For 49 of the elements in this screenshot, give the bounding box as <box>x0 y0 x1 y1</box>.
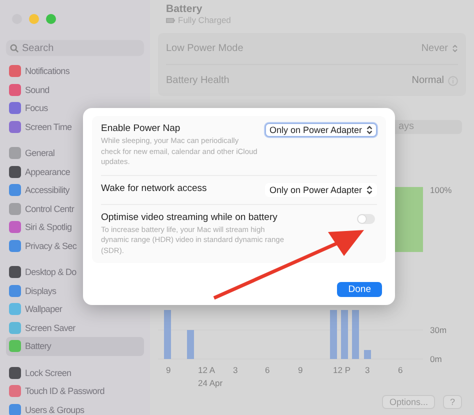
axis-label: 6 <box>265 365 270 375</box>
chevron-icon <box>452 44 458 53</box>
sidebar-item[interactable]: Sound <box>6 80 144 99</box>
option-label: Wake for network access <box>101 182 208 194</box>
usage-bar <box>352 310 359 359</box>
axis-label: 12 P <box>333 365 350 375</box>
battery-icon <box>166 18 175 22</box>
axis-label: 12 A <box>198 365 216 375</box>
usage-bar <box>341 310 348 359</box>
footer-button[interactable]: Options... <box>382 395 435 409</box>
date-label: 24 Apr <box>198 378 223 388</box>
window-zoom-button[interactable] <box>46 14 56 24</box>
sidebar-item[interactable]: Screen Saver <box>6 318 144 337</box>
usage-bar <box>187 330 194 359</box>
sidebar-item[interactable]: Notifications <box>6 62 144 80</box>
sidebar-item[interactable]: Desktop & Do <box>6 263 144 282</box>
popup-button[interactable]: Only on Power Adapter <box>265 182 377 196</box>
footer-button[interactable]: ? <box>442 395 462 409</box>
done-button[interactable]: Done <box>337 282 382 297</box>
axis-label: 3 <box>365 365 370 375</box>
search-icon <box>10 44 19 53</box>
popup-button[interactable]: Only on Power Adapter <box>265 123 377 137</box>
sidebar-item[interactable]: Lock Screen <box>6 364 144 382</box>
toggle-switch[interactable] <box>357 214 375 224</box>
sidebar-item[interactable]: Displays <box>6 282 144 300</box>
axis-label: 3 <box>233 365 238 375</box>
setting-value: Normal <box>412 75 444 86</box>
usage-bar <box>330 310 337 359</box>
axis-label: 9 <box>166 365 171 375</box>
window-minimize-button[interactable] <box>29 14 39 24</box>
sidebar-item[interactable]: Touch ID & Password <box>6 382 144 400</box>
sidebar-item[interactable]: Battery <box>6 337 144 356</box>
search-field[interactable]: Search <box>6 40 144 56</box>
sidebar-item[interactable]: Users & Groups <box>6 400 144 415</box>
axis-label: 30m <box>430 325 447 335</box>
axis-label: 0m <box>430 354 442 364</box>
option-label: Optimise video streaming while on battery <box>101 212 278 222</box>
usage-bar <box>364 350 371 359</box>
chevron-icon <box>366 184 373 194</box>
battery-level-drawing <box>395 187 423 252</box>
usage-bar <box>164 310 171 359</box>
option-label: Enable Power Nap <box>101 123 182 134</box>
chevron-icon <box>366 125 373 135</box>
sidebar-item[interactable]: Focus <box>6 99 144 118</box>
axis-label: 9 <box>298 365 303 375</box>
sidebar-item[interactable]: Wallpaper <box>6 300 144 318</box>
axis-label: 6 <box>398 365 403 375</box>
axis-label: 100% <box>430 185 452 195</box>
page-title: Battery <box>166 3 204 15</box>
